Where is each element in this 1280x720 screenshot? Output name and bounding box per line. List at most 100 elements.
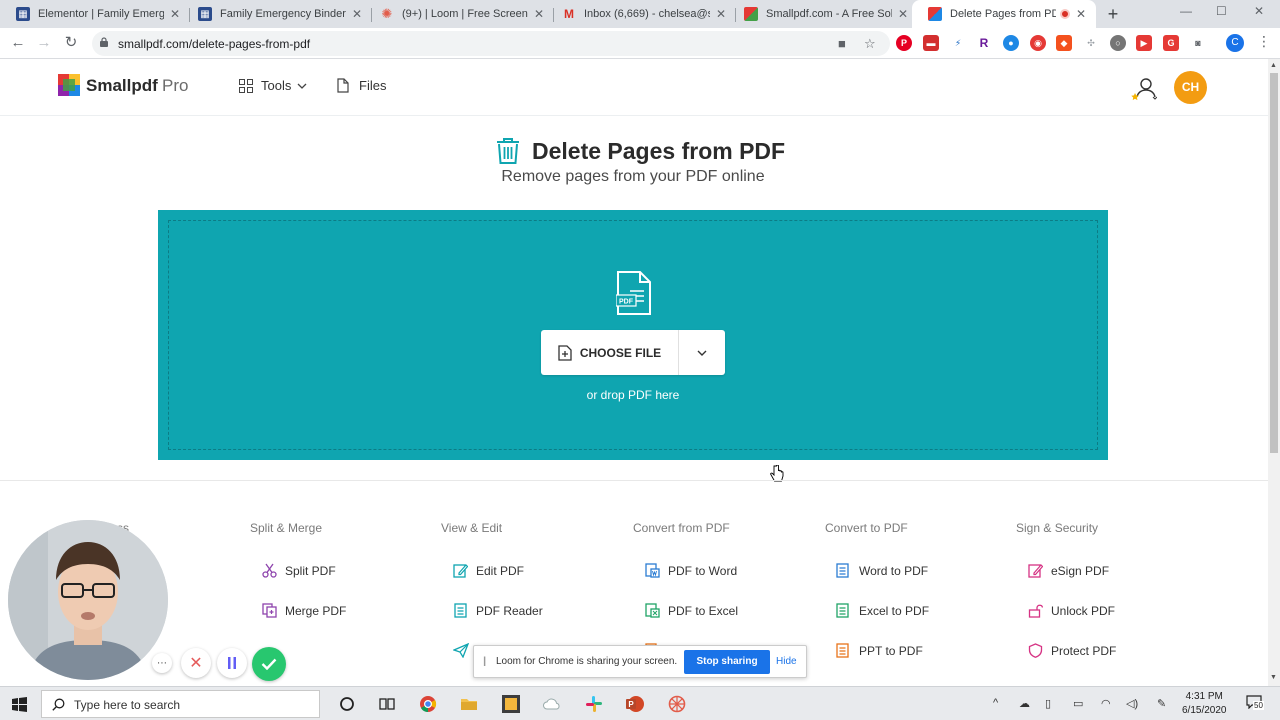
loom-more-options-button[interactable]: ⋯ (152, 653, 172, 673)
browser-menu-icon[interactable]: ⋮ (1257, 33, 1271, 50)
pen-tray-icon[interactable]: ✎ (1157, 697, 1166, 710)
chrome-taskbar-icon[interactable] (419, 695, 437, 713)
browser-tab-active[interactable]: Delete Pages from PDF ✕ (912, 0, 1096, 28)
extension-icon[interactable]: ▶ (1136, 35, 1152, 51)
extension-icon[interactable]: ✣ (1083, 35, 1099, 51)
pdf-document-icon: PDF (616, 271, 651, 315)
loom-finish-button[interactable] (252, 647, 286, 681)
maximize-icon[interactable]: ☐ (1216, 4, 1227, 18)
choose-file-button[interactable]: CHOOSE FILE (541, 330, 679, 375)
send-icon[interactable] (453, 643, 469, 658)
reload-icon[interactable]: ↻ (62, 34, 80, 52)
tool-link-ppt-to-pdf[interactable]: PPT to PDF (836, 643, 923, 658)
tool-link-pdf-to-excel[interactable]: PDF to Excel (645, 603, 738, 618)
site-header: Smallpdf Pro Tools Files CH (0, 59, 1268, 116)
show-hidden-icons-icon[interactable]: ^ (993, 697, 998, 709)
url-text: smallpdf.com/delete-pages-from-pdf (118, 37, 311, 51)
file-source-dropdown-button[interactable] (679, 330, 725, 375)
user-account-icon[interactable] (1131, 75, 1157, 101)
sticky-notes-icon[interactable] (502, 695, 520, 713)
extension-icon[interactable]: ▬ (923, 35, 939, 51)
file-explorer-icon[interactable] (460, 695, 478, 713)
close-tab-icon[interactable]: ✕ (168, 7, 182, 21)
tool-link-edit-pdf[interactable]: Edit PDF (453, 563, 524, 578)
pause-icon (228, 657, 236, 669)
extension-icon[interactable]: ○ (1110, 35, 1126, 51)
tool-link-split-pdf[interactable]: Split PDF (262, 563, 336, 578)
browser-tab[interactable]: ▦ Elementor | Family Emergenc ✕ (0, 0, 190, 28)
extension-icon[interactable]: ● (1003, 35, 1019, 51)
tab-title: Family Emergency Binder FA( (220, 8, 346, 20)
page-title-block: Delete Pages from PDF (496, 137, 785, 165)
forward-icon[interactable]: → (35, 34, 53, 52)
webcam-bubble[interactable] (8, 520, 168, 680)
close-tab-icon[interactable]: ✕ (1074, 7, 1088, 21)
taskbar-search-box[interactable]: Type here to search (41, 690, 320, 718)
volume-icon[interactable]: ◁) (1126, 697, 1138, 710)
pinterest-extension-icon[interactable]: P (896, 35, 912, 51)
stop-sharing-button[interactable]: Stop sharing (684, 650, 770, 674)
minimize-icon[interactable]: — (1180, 4, 1192, 18)
user-avatar[interactable]: CH (1174, 71, 1207, 104)
files-nav-button[interactable]: Files (337, 78, 386, 93)
notification-center-icon[interactable]: 50 (1246, 695, 1264, 711)
onedrive-icon[interactable] (543, 695, 561, 713)
loom-pause-button[interactable] (217, 648, 247, 678)
ppt-to-pdf-icon (836, 643, 849, 658)
browser-profile-avatar[interactable]: C (1226, 34, 1244, 52)
screenshot-extension-icon[interactable]: ◙ (1190, 35, 1206, 51)
page-scrollbar[interactable]: ▲ ▼ (1268, 59, 1280, 686)
tool-link-pdf-to-word[interactable]: PDF to Word (645, 563, 737, 578)
wifi-icon[interactable]: ◠ (1101, 697, 1111, 710)
camera-icon[interactable]: ■ (838, 36, 846, 51)
tool-link-word-to-pdf[interactable]: Word to PDF (836, 563, 928, 578)
extension-icon[interactable]: ◆ (1056, 35, 1072, 51)
close-tab-icon[interactable]: ✕ (532, 7, 546, 21)
extension-icon[interactable]: G (1163, 35, 1179, 51)
onedrive-tray-icon[interactable]: ☁ (1019, 697, 1030, 710)
browser-tab[interactable]: M Inbox (6,669) - chelsea@sma ✕ (546, 0, 736, 28)
hide-notification-button[interactable]: Hide (776, 656, 797, 667)
battery-icon[interactable]: ▭ (1073, 697, 1083, 710)
close-window-icon[interactable]: ✕ (1254, 4, 1264, 18)
scrollbar-thumb[interactable] (1270, 73, 1278, 453)
browser-tab[interactable]: Smallpdf.com - A Free Soluti ✕ (728, 0, 918, 28)
extension-icon[interactable]: R (976, 35, 992, 51)
brand-pro-label: Pro (162, 76, 189, 95)
close-tab-icon[interactable]: ✕ (896, 7, 910, 21)
tool-link-unlock-pdf[interactable]: Unlock PDF (1028, 603, 1115, 618)
back-icon[interactable]: ← (9, 34, 27, 52)
browser-tab[interactable]: ✺ (9+) | Loom | Free Screen & V ✕ (364, 0, 554, 28)
bookmark-star-icon[interactable]: ☆ (864, 36, 876, 52)
windows-start-icon[interactable] (12, 697, 27, 712)
drag-handle-icon[interactable]: || (483, 656, 487, 667)
tools-menu-button[interactable]: Tools (239, 78, 307, 93)
new-tab-button[interactable]: + (1103, 4, 1123, 24)
tool-link-protect-pdf[interactable]: Protect PDF (1028, 643, 1116, 658)
device-tray-icon[interactable]: ▯ (1045, 697, 1051, 710)
browser-tab[interactable]: ▦ Family Emergency Binder FA( ✕ (182, 0, 372, 28)
extension-icon[interactable]: ◉ (1030, 35, 1046, 51)
tool-link-excel-to-pdf[interactable]: Excel to PDF (836, 603, 929, 618)
system-clock[interactable]: 4:31 PM 6/15/2020 (1182, 690, 1227, 718)
tool-link-pdf-reader[interactable]: PDF Reader (453, 603, 543, 618)
file-icon (337, 78, 349, 93)
loom-cancel-button[interactable]: ✕ (181, 648, 211, 678)
scroll-up-icon[interactable]: ▲ (1270, 62, 1277, 69)
close-tab-icon[interactable]: ✕ (714, 7, 728, 21)
slack-icon[interactable] (585, 695, 603, 713)
scroll-down-icon[interactable]: ▼ (1270, 674, 1277, 681)
extension-icon[interactable]: ⚡ (950, 35, 966, 51)
powerpoint-icon[interactable]: P (626, 695, 644, 713)
loom-taskbar-icon[interactable] (668, 695, 686, 713)
reader-icon (454, 603, 467, 618)
address-bar[interactable]: smallpdf.com/delete-pages-from-pdf ■ ☆ (92, 31, 890, 56)
cortana-icon[interactable] (338, 695, 356, 713)
smallpdf-favicon-icon (928, 7, 942, 21)
brand-name[interactable]: Smallpdf (86, 76, 158, 96)
smallpdf-logo-icon[interactable] (58, 74, 80, 96)
tool-link-merge-pdf[interactable]: Merge PDF (262, 603, 346, 618)
close-tab-icon[interactable]: ✕ (350, 7, 364, 21)
tool-link-esign-pdf[interactable]: eSign PDF (1028, 563, 1109, 578)
task-view-icon[interactable] (378, 695, 396, 713)
